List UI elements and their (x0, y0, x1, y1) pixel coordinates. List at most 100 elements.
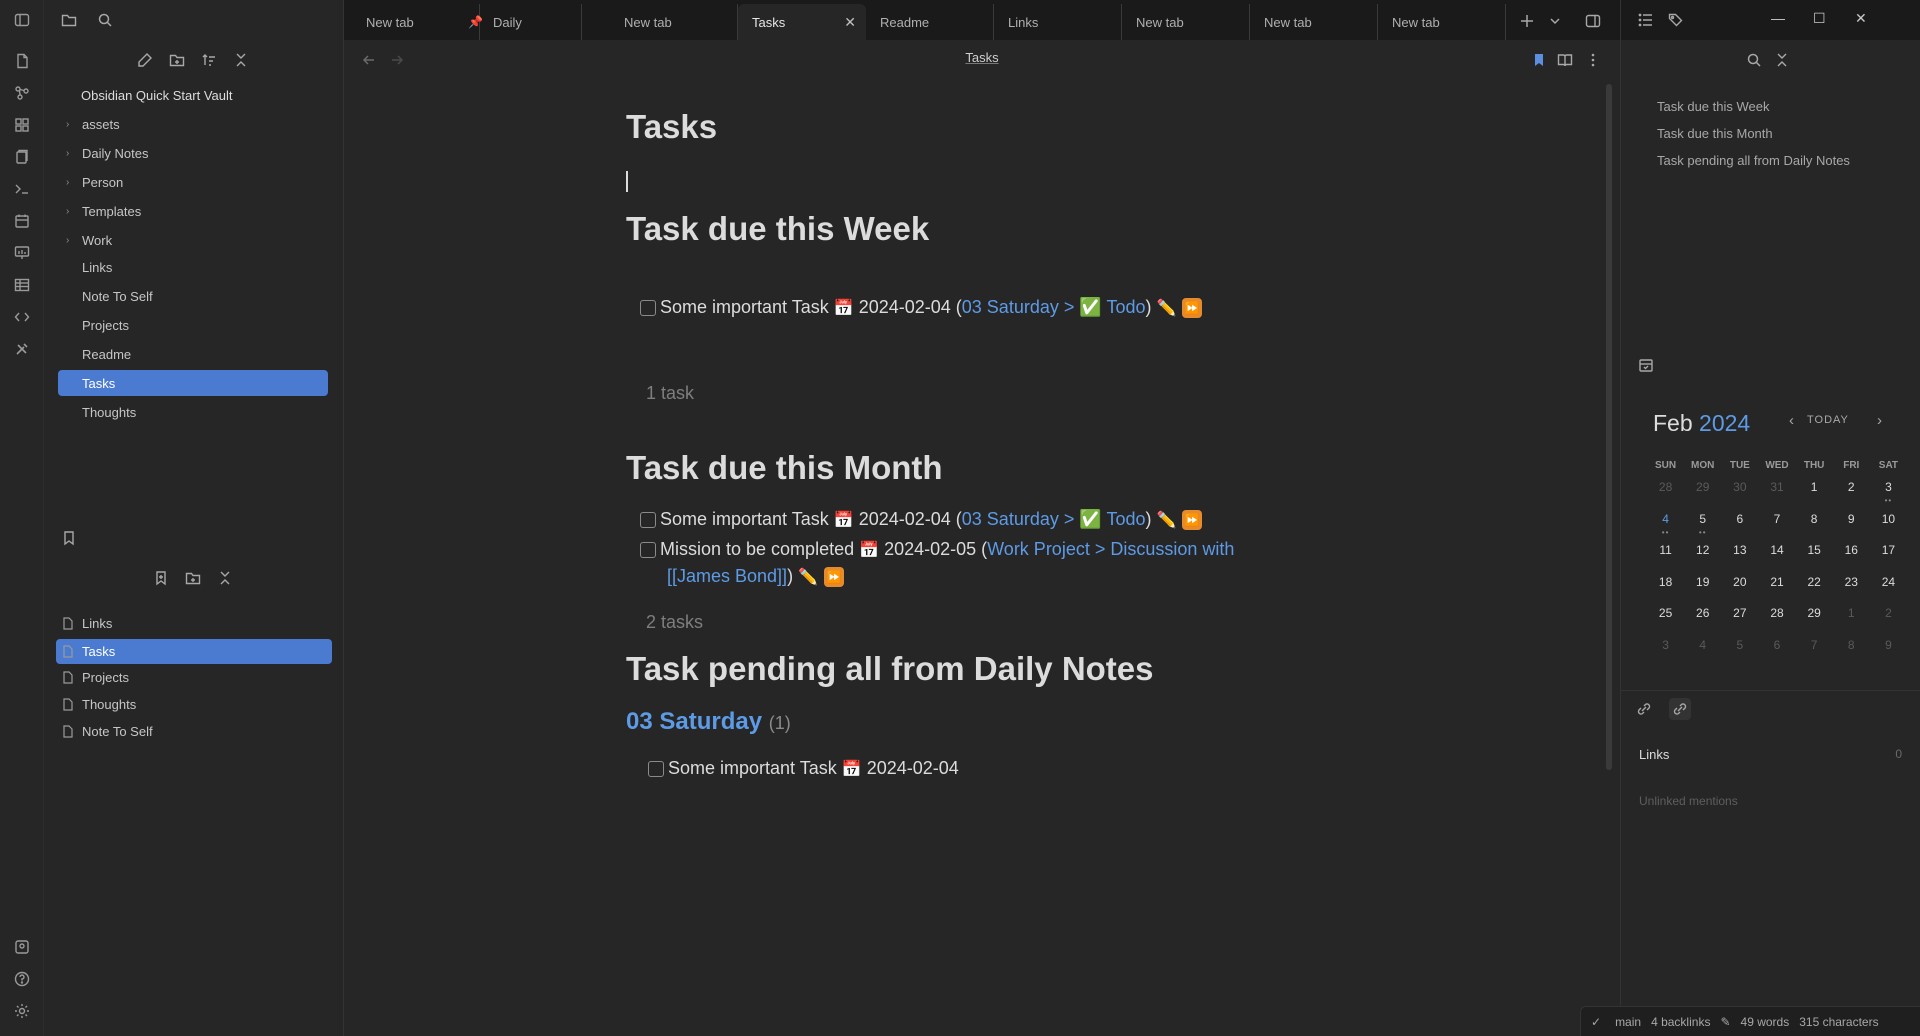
calendar-day[interactable]: 28 (1758, 602, 1795, 634)
calendar-day[interactable]: 1 (1833, 602, 1870, 634)
right-sidebar-toggle-icon[interactable] (1582, 10, 1604, 32)
calendar-day[interactable]: 3 (1647, 634, 1684, 666)
vault-name[interactable]: Obsidian Quick Start Vault (81, 88, 233, 103)
backlinks-icon[interactable] (1669, 698, 1691, 720)
open-quick-switcher-icon[interactable] (12, 51, 32, 71)
tree-folder-templates[interactable]: › Templates (58, 198, 328, 224)
calendar-day[interactable]: 6 (1721, 508, 1758, 540)
group-link[interactable]: 03 Saturday (626, 708, 762, 735)
check-icon[interactable]: ✓ (1591, 1015, 1601, 1029)
new-tab-icon[interactable] (1516, 10, 1538, 32)
calendar-day[interactable]: 5 (1721, 634, 1758, 666)
chevron-down-icon[interactable] (1544, 10, 1566, 32)
sidebar-toggle-icon[interactable] (12, 10, 32, 30)
scrollbar[interactable] (1606, 84, 1612, 770)
links-title[interactable]: Links (1639, 747, 1669, 762)
tag-icon[interactable] (1665, 9, 1687, 31)
minimize-icon[interactable]: — (1771, 10, 1785, 26)
task-person-link[interactable]: [[James Bond]] (667, 566, 787, 587)
calendar-day[interactable]: 16 (1833, 539, 1870, 571)
calendar-day[interactable]: 20 (1721, 571, 1758, 603)
calendar-day[interactable]: 18 (1647, 571, 1684, 603)
tab-new-4[interactable]: New tab (1250, 4, 1378, 40)
tab-new-2[interactable]: New tab (610, 4, 738, 40)
pencil-icon[interactable]: ✏️ (798, 567, 818, 587)
new-folder-icon[interactable] (166, 49, 188, 71)
postpone-icon[interactable]: ⏩ (823, 566, 844, 587)
folder-icon[interactable] (58, 9, 80, 31)
tree-folder-assets[interactable]: › assets (58, 111, 328, 137)
tree-file-readme[interactable]: Readme (58, 341, 328, 367)
tree-file-tasks[interactable]: Tasks (58, 370, 328, 396)
templater-icon[interactable] (12, 307, 32, 327)
backlinks-count[interactable]: 4 backlinks (1651, 1015, 1710, 1029)
unlinked-icon[interactable] (1633, 698, 1655, 720)
add-bookmark-icon[interactable] (150, 567, 172, 589)
calendar-day[interactable]: 14 (1758, 539, 1795, 571)
tree-file-note-to-self[interactable]: Note To Self (58, 283, 328, 309)
task-checkbox[interactable] (640, 511, 656, 528)
calendar-day[interactable]: 9 (1833, 508, 1870, 540)
tree-file-links[interactable]: Links (58, 254, 328, 280)
bookmark-item-links[interactable]: Links (56, 611, 332, 636)
tree-file-projects[interactable]: Projects (58, 312, 328, 338)
calendar-day[interactable]: 17 (1870, 539, 1907, 571)
bookmark-item-tasks[interactable]: Tasks (56, 639, 332, 664)
calendar-day[interactable]: 6 (1758, 634, 1795, 666)
maximize-icon[interactable]: ☐ (1813, 10, 1826, 27)
reading-view-icon[interactable] (1554, 49, 1576, 71)
graph-view-icon[interactable] (12, 83, 32, 103)
calendar-day-today[interactable]: 4 •• (1647, 508, 1684, 540)
tab-tasks[interactable]: Tasks ✕ (738, 4, 866, 40)
calendar-day[interactable]: 25 (1647, 602, 1684, 634)
calendar-day[interactable]: 28 (1647, 476, 1684, 508)
calendar-day-with-notes[interactable]: 3 •• (1870, 476, 1907, 508)
vault-switcher-icon[interactable] (12, 937, 32, 957)
tree-folder-daily-notes[interactable]: › Daily Notes (58, 140, 328, 166)
calendar-day[interactable]: 27 (1721, 602, 1758, 634)
bookmark-item-note-to-self[interactable]: Note To Self (56, 719, 332, 744)
collapse-all-icon[interactable] (1771, 49, 1793, 71)
calendar-icon[interactable] (12, 211, 32, 231)
sort-icon[interactable] (198, 49, 220, 71)
task-source-link[interactable]: 03 Saturday > ✅ Todo (962, 509, 1146, 530)
calendar-day[interactable]: 19 (1684, 571, 1721, 603)
bookmark-item-thoughts[interactable]: Thoughts (56, 692, 332, 717)
settings-icon[interactable] (12, 1001, 32, 1021)
pencil-icon[interactable]: ✏️ (1156, 298, 1176, 318)
pencil-icon[interactable]: ✏️ (1156, 510, 1176, 530)
search-icon[interactable] (94, 9, 116, 31)
postpone-icon[interactable]: ⏩ (1182, 297, 1203, 318)
calendar-day[interactable]: 26 (1684, 602, 1721, 634)
slides-icon[interactable] (12, 243, 32, 263)
tab-new-3[interactable]: New tab (1122, 4, 1250, 40)
task-checkbox[interactable] (640, 299, 656, 316)
calendar-day[interactable]: 29 (1796, 602, 1833, 634)
task-source-link[interactable]: 03 Saturday > ✅ Todo (962, 297, 1146, 318)
calendar-day[interactable]: 7 (1796, 634, 1833, 666)
view-title[interactable]: Tasks (344, 50, 1620, 65)
bookmark-item-projects[interactable]: Projects (56, 665, 332, 690)
help-icon[interactable] (12, 969, 32, 989)
tab-new-5[interactable]: New tab (1378, 4, 1506, 40)
outline-item[interactable]: Task pending all from Daily Notes (1657, 153, 1850, 168)
calendar-day[interactable]: 24 (1870, 571, 1907, 603)
tree-folder-person[interactable]: › Person (58, 169, 328, 195)
terminal-icon[interactable] (12, 179, 32, 199)
calendar-day[interactable]: 7 (1758, 508, 1795, 540)
calendar-day[interactable]: 8 (1833, 634, 1870, 666)
bookmark-icon[interactable] (58, 527, 80, 549)
outline-item[interactable]: Task due this Month (1657, 126, 1773, 141)
calendar-day[interactable]: 31 (1758, 476, 1795, 508)
tab-daily[interactable]: 📌 Daily (454, 4, 582, 40)
calendar-icon[interactable] (1635, 354, 1657, 376)
calendar-day[interactable]: 11 (1647, 539, 1684, 571)
unlinked-mentions[interactable]: Unlinked mentions (1639, 794, 1738, 808)
calendar-day-with-notes[interactable]: 5 •• (1684, 508, 1721, 540)
git-branch[interactable]: main (1615, 1015, 1641, 1029)
new-note-icon[interactable] (134, 49, 156, 71)
outline-item[interactable]: Task due this Week (1657, 99, 1769, 114)
new-bookmark-group-icon[interactable] (182, 567, 204, 589)
tab-readme[interactable]: Readme (866, 4, 994, 40)
calendar-day[interactable]: 13 (1721, 539, 1758, 571)
